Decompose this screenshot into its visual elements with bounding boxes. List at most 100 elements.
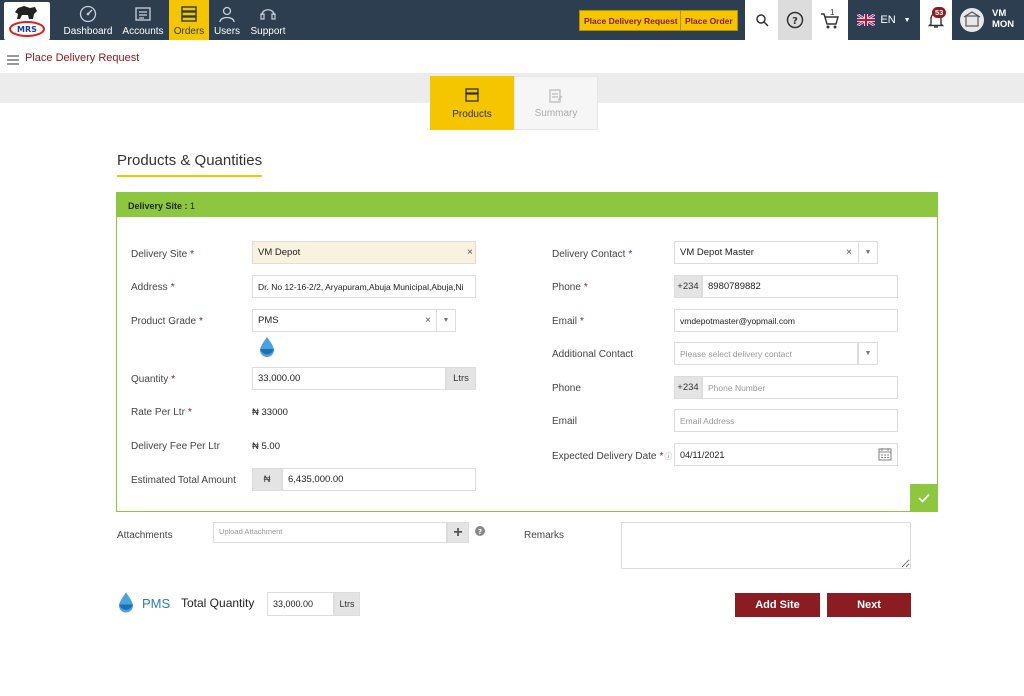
remarks-label: Remarks xyxy=(524,530,565,541)
avatar xyxy=(960,8,984,32)
email2-input[interactable]: Email Address xyxy=(674,409,898,432)
delivery-site-header-label: Delivery Site : xyxy=(128,201,188,211)
phone-field[interactable]: 8980789882 xyxy=(702,275,898,298)
chevron-down-icon[interactable]: ▼ xyxy=(436,309,456,332)
delivery-site-label: Delivery Site * xyxy=(131,249,195,260)
cart-button[interactable]: 1 xyxy=(812,0,848,40)
rate-label: Rate Per Ltr * xyxy=(131,407,192,418)
tab-summary[interactable]: Summary xyxy=(514,76,598,130)
place-delivery-request-button[interactable]: Place Delivery Request xyxy=(579,10,683,31)
nav-label: Orders xyxy=(173,26,205,37)
delivery-site-card: Delivery Site : 1 Delivery Site * VM Depo… xyxy=(116,192,938,512)
confirm-site-button[interactable] xyxy=(910,484,938,511)
delivery-site-field[interactable]: VM Depot xyxy=(252,241,476,264)
help-icon: ? xyxy=(786,11,804,29)
email-field[interactable]: vmdepotmaster@yopmail.com xyxy=(674,309,898,332)
total-quantity-field: 33,000.00 xyxy=(267,592,334,616)
rate-value: ₦ 33000 xyxy=(252,407,288,418)
expected-date-input[interactable]: 04/11/2021 xyxy=(674,443,898,466)
clear-icon[interactable]: × xyxy=(846,247,852,258)
nav-orders[interactable]: Orders xyxy=(169,0,209,40)
plus-icon: + xyxy=(453,523,463,541)
nav-label: Accounts xyxy=(122,26,164,37)
delivery-site-header: Delivery Site : 1 xyxy=(117,193,937,217)
phone-label: Phone * xyxy=(552,282,588,293)
additional-contact-select[interactable]: Please select delivery contact xyxy=(674,342,858,365)
clear-icon[interactable]: × xyxy=(467,247,473,258)
nav-dashboard[interactable]: Dashboard xyxy=(63,0,113,40)
check-icon xyxy=(918,493,930,503)
next-button[interactable]: Next xyxy=(827,593,911,617)
delivery-contact-label: Delivery Contact * xyxy=(552,249,633,260)
fuel-drop-icon xyxy=(260,337,274,357)
attachments-label: Attachments xyxy=(117,530,173,541)
info-icon: ⓘ xyxy=(664,452,673,461)
chevron-down-icon[interactable]: ▼ xyxy=(858,342,878,365)
tab-products[interactable]: Products xyxy=(430,76,514,130)
language-selector[interactable]: EN ▼ xyxy=(850,0,918,40)
user-menu[interactable]: VM MON xyxy=(956,0,1024,40)
phone-country-code: +234 xyxy=(674,275,702,298)
tab-label: Summary xyxy=(534,108,578,119)
user-initials: VM xyxy=(992,8,1007,19)
company-logo[interactable]: MRS xyxy=(4,2,50,40)
expected-date-label: Expected Delivery Date *ⓘ xyxy=(552,451,673,462)
address-label: Address * xyxy=(131,282,175,293)
language-label: EN xyxy=(880,14,896,26)
add-attachment-button[interactable]: + xyxy=(447,522,469,543)
attachment-input[interactable]: Upload Attachment xyxy=(213,522,447,543)
fuel-drop-icon xyxy=(119,592,133,613)
section-underline xyxy=(117,175,262,177)
headset-icon xyxy=(260,9,276,20)
delivery-fee-label: Delivery Fee Per Ltr xyxy=(131,441,220,452)
nav-label: Dashboard xyxy=(63,26,113,37)
dashboard-icon xyxy=(79,5,97,23)
calendar-icon[interactable] xyxy=(878,447,892,461)
quantity-unit: Ltrs xyxy=(446,367,476,390)
users-icon xyxy=(219,6,235,23)
product-grade-label: Product Grade * xyxy=(131,316,203,327)
place-order-button[interactable]: Place Order xyxy=(680,10,738,31)
search-button[interactable] xyxy=(745,0,778,40)
svg-text:?: ? xyxy=(478,528,482,536)
section-title: Products & Quantities xyxy=(117,152,263,169)
tab-label: Products xyxy=(452,109,492,120)
quantity-label: Quantity * xyxy=(131,374,176,385)
accounts-icon xyxy=(135,7,151,21)
notifications-button[interactable]: 53 xyxy=(920,0,952,40)
total-amount-field: 6,435,000.00 xyxy=(282,468,476,491)
total-quantity-unit: Ltrs xyxy=(334,592,360,616)
address-field[interactable]: Dr. No 12-16-2/2, Aryapuram,Abuja Munici… xyxy=(252,275,476,298)
phone2-input[interactable]: Phone Number xyxy=(702,376,898,399)
delivery-fee-value: ₦ 5.00 xyxy=(252,441,280,452)
products-icon xyxy=(465,88,479,102)
list-icon xyxy=(7,55,19,65)
nav-support[interactable]: Support xyxy=(248,0,288,40)
clear-icon[interactable]: × xyxy=(425,315,431,326)
additional-contact-label: Additional Contact xyxy=(552,349,634,360)
chevron-down-icon: ▼ xyxy=(903,16,911,24)
quantity-input[interactable]: 33,000.00 xyxy=(252,367,446,390)
email-label: Email * xyxy=(552,316,584,327)
svg-text:?: ? xyxy=(792,16,798,27)
help-button[interactable]: ? xyxy=(778,0,812,40)
footer-product-name: PMS xyxy=(142,596,171,611)
phone2-label: Phone xyxy=(552,383,581,394)
nav-users[interactable]: Users xyxy=(212,0,242,40)
total-amount-label: Estimated Total Amount xyxy=(131,475,236,486)
total-quantity-label: Total Quantity xyxy=(181,596,255,610)
currency-addon: ₦ xyxy=(252,468,282,491)
notification-badge: 53 xyxy=(932,7,947,18)
nav-label: Support xyxy=(250,26,286,37)
add-site-button[interactable]: Add Site xyxy=(735,593,820,617)
delivery-site-index: 1 xyxy=(190,201,196,211)
help-icon[interactable]: ? xyxy=(475,526,485,536)
phone2-country-code: +234 xyxy=(674,376,702,399)
nav-accounts[interactable]: Accounts xyxy=(120,0,166,40)
cart-count: 1 xyxy=(830,8,835,17)
chevron-down-icon[interactable]: ▼ xyxy=(858,241,878,264)
breadcrumb: Place Delivery Request xyxy=(25,52,140,64)
search-icon xyxy=(755,14,769,27)
nav-label: Users xyxy=(213,26,241,37)
remarks-textarea[interactable] xyxy=(621,522,911,569)
